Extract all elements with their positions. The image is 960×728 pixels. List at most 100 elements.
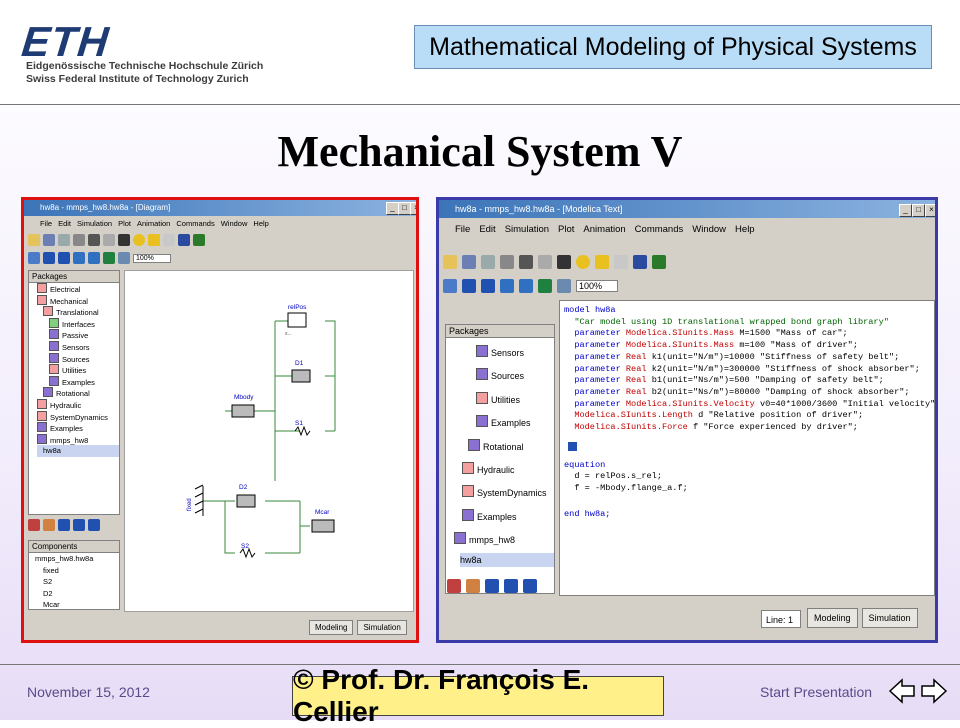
list-item[interactable]: mmps_hw8.hw8a <box>35 553 119 565</box>
zoom-select[interactable]: 100% <box>133 253 171 263</box>
home-icon[interactable] <box>523 579 537 593</box>
diagram-view-icon[interactable] <box>73 252 85 264</box>
diagram-view-icon[interactable] <box>500 279 514 293</box>
ellipse-icon[interactable] <box>133 234 145 246</box>
menu-edit[interactable]: Edit <box>479 224 495 235</box>
library-icon[interactable] <box>43 519 55 531</box>
text-view-icon[interactable] <box>519 279 533 293</box>
menu-window[interactable]: Window <box>221 219 248 228</box>
menu-plot[interactable]: Plot <box>118 219 131 228</box>
menu-edit[interactable]: Edit <box>58 219 71 228</box>
print-icon[interactable] <box>73 234 85 246</box>
search-icon[interactable] <box>481 255 495 269</box>
ellipse-icon[interactable] <box>576 255 590 269</box>
minimize-icon[interactable]: _ <box>899 204 912 217</box>
menu-commands[interactable]: Commands <box>176 219 214 228</box>
close-icon[interactable]: × <box>925 204 935 217</box>
tree-item[interactable]: Mechanical <box>37 294 119 307</box>
package-icon[interactable] <box>447 579 461 593</box>
menu-window[interactable]: Window <box>692 224 726 235</box>
tree-item[interactable]: Examples <box>462 506 554 529</box>
line-icon[interactable] <box>538 255 552 269</box>
info-icon[interactable] <box>103 252 115 264</box>
forward-icon[interactable] <box>504 579 518 593</box>
rectangle-icon[interactable] <box>557 255 571 269</box>
back-icon[interactable] <box>462 279 476 293</box>
tree-item[interactable]: Rotational <box>37 387 119 399</box>
save-icon[interactable] <box>43 234 55 246</box>
close-icon[interactable]: × <box>410 202 416 215</box>
zoom-icon[interactable] <box>557 279 571 293</box>
open-icon[interactable] <box>443 255 457 269</box>
menu-simulation[interactable]: Simulation <box>505 224 549 235</box>
tree-item[interactable]: Hydraulic <box>37 398 119 411</box>
tree-item[interactable]: SystemDynamics <box>462 482 554 505</box>
cut-icon[interactable] <box>519 255 533 269</box>
text-icon[interactable] <box>614 255 628 269</box>
library-icon[interactable] <box>466 579 480 593</box>
tree-item[interactable]: Examples <box>462 412 554 435</box>
zoom-icon[interactable] <box>118 252 130 264</box>
list-item[interactable]: S2 <box>35 576 119 588</box>
check-icon[interactable] <box>193 234 205 246</box>
tree-item[interactable]: Examples <box>37 375 119 388</box>
search-icon[interactable] <box>58 234 70 246</box>
zoom-select[interactable]: 100% <box>576 280 618 292</box>
tree-item[interactable]: Electrical <box>37 283 119 295</box>
package-icon[interactable] <box>28 519 40 531</box>
tab-simulation[interactable]: Simulation <box>357 620 407 635</box>
shapes-icon[interactable] <box>28 252 40 264</box>
tree-item[interactable]: Utilities <box>462 389 554 412</box>
color-icon[interactable] <box>633 255 647 269</box>
shapes-icon[interactable] <box>443 279 457 293</box>
tree-item[interactable]: Utilities <box>37 364 119 376</box>
tab-simulation[interactable]: Simulation <box>861 608 918 628</box>
back-icon[interactable] <box>485 579 499 593</box>
list-item[interactable]: D2 <box>35 588 119 600</box>
tree-item[interactable]: Examples <box>37 422 119 434</box>
back-icon[interactable] <box>58 519 70 531</box>
menu-plot[interactable]: Plot <box>558 224 574 235</box>
tree-item[interactable]: Translational <box>37 306 119 318</box>
polygon-icon[interactable] <box>595 255 609 269</box>
line-icon[interactable] <box>103 234 115 246</box>
forward-icon[interactable] <box>73 519 85 531</box>
color-icon[interactable] <box>178 234 190 246</box>
modelica-text-editor[interactable]: model hw8a "Car model using 1D translati… <box>559 300 935 596</box>
list-item[interactable]: fixed <box>35 565 119 577</box>
diagram-canvas[interactable]: relPos s... D1 Mbody S1 D2 Mcar fixed S2 <box>124 270 414 612</box>
start-presentation-link[interactable]: Start Presentation <box>760 684 872 700</box>
back-icon[interactable] <box>43 252 55 264</box>
rectangle-icon[interactable] <box>118 234 130 246</box>
tree-item[interactable]: Sensors <box>462 342 554 365</box>
tree-item[interactable]: mmps_hw8 <box>454 529 554 552</box>
forward-icon[interactable] <box>58 252 70 264</box>
info-icon[interactable] <box>538 279 552 293</box>
menu-file[interactable]: File <box>40 219 52 228</box>
tree-item[interactable]: Sources <box>462 365 554 388</box>
tab-modeling[interactable]: Modeling <box>309 620 354 635</box>
menu-help[interactable]: Help <box>253 219 268 228</box>
home-icon[interactable] <box>88 519 100 531</box>
tree-item[interactable]: Interfaces <box>37 317 119 330</box>
tree-item[interactable]: Rotational <box>462 436 554 459</box>
tree-item[interactable]: SystemDynamics <box>37 410 119 423</box>
tree-item-selected[interactable]: hw8a <box>37 445 119 457</box>
check-icon[interactable] <box>652 255 666 269</box>
tab-modeling[interactable]: Modeling <box>807 608 858 628</box>
text-view-icon[interactable] <box>88 252 100 264</box>
menu-help[interactable]: Help <box>735 224 755 235</box>
tree-item-selected[interactable]: hw8a <box>460 552 554 567</box>
polygon-icon[interactable] <box>148 234 160 246</box>
cut-icon[interactable] <box>88 234 100 246</box>
menu-animation[interactable]: Animation <box>583 224 625 235</box>
print-icon[interactable] <box>500 255 514 269</box>
tree-item[interactable]: Hydraulic <box>462 459 554 482</box>
menu-file[interactable]: File <box>455 224 470 235</box>
save-icon[interactable] <box>462 255 476 269</box>
tree-item[interactable]: Sources <box>37 352 119 365</box>
open-icon[interactable] <box>28 234 40 246</box>
menu-simulation[interactable]: Simulation <box>77 219 112 228</box>
list-item[interactable]: Mcar <box>35 599 119 609</box>
maximize-icon[interactable]: □ <box>912 204 925 217</box>
